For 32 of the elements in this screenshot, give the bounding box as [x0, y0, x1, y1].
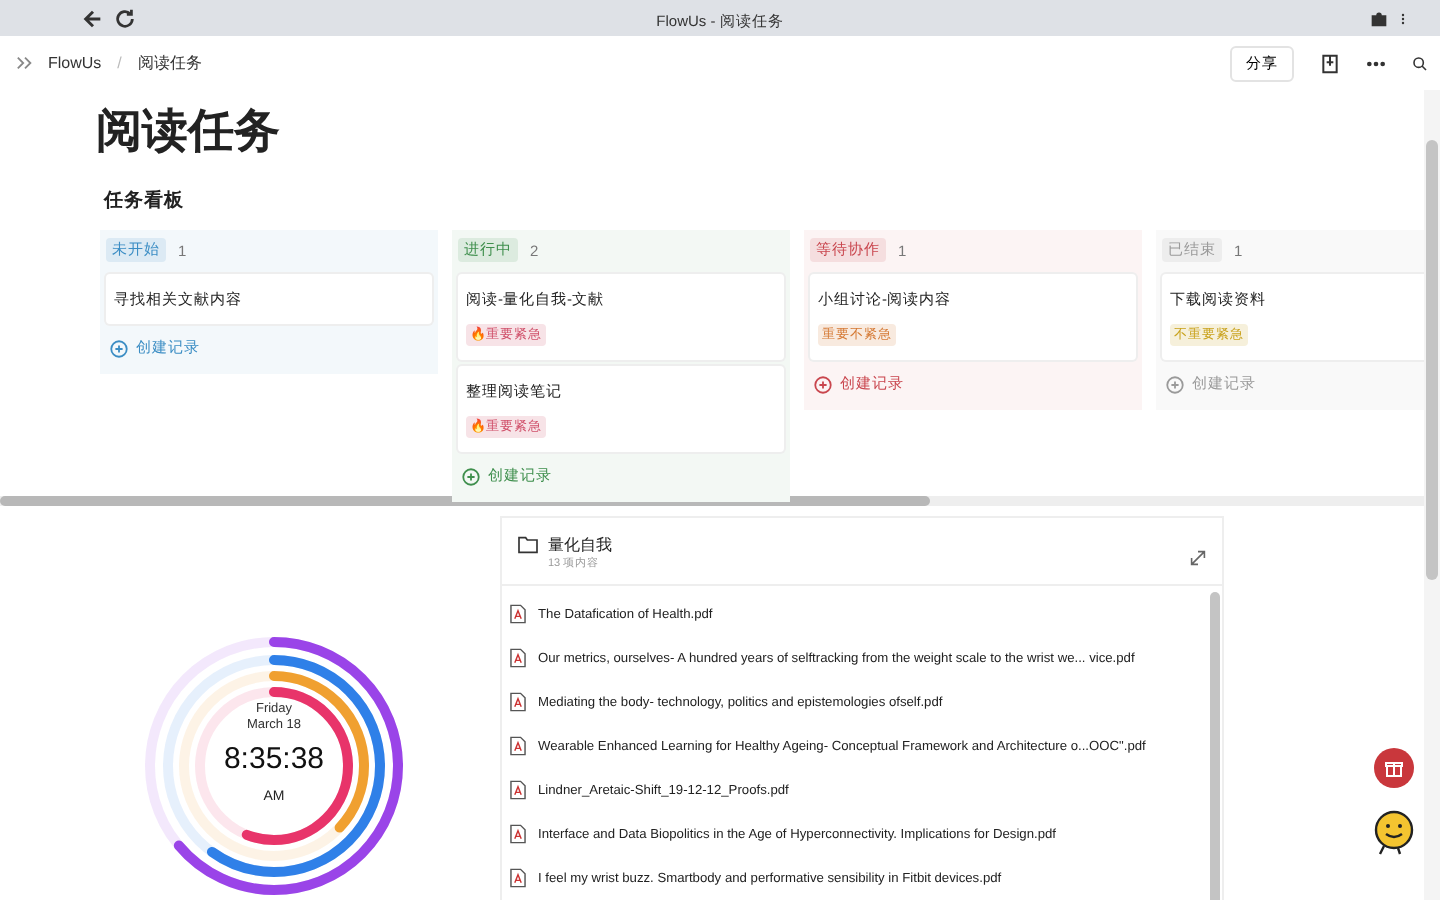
breadcrumb-separator: /	[117, 54, 122, 72]
expand-sidebar-icon[interactable]	[16, 54, 34, 72]
gift-icon	[1384, 758, 1404, 778]
clock-time: 8:35:38	[223, 740, 325, 780]
add-icon	[814, 375, 832, 393]
gift-button[interactable]	[1374, 748, 1414, 788]
pdf-file-icon	[510, 648, 526, 668]
add-icon	[1166, 375, 1184, 393]
search-icon[interactable]	[1412, 55, 1428, 71]
reload-icon[interactable]	[114, 8, 136, 30]
section-heading: 任务看板	[104, 188, 186, 216]
scrollbar[interactable]	[1210, 592, 1220, 900]
add-icon	[110, 339, 128, 357]
back-icon[interactable]	[82, 8, 104, 30]
folder-title: 量化自我	[548, 534, 614, 556]
pdf-file-icon	[510, 780, 526, 800]
folder-icon	[518, 536, 538, 554]
pdf-file-icon	[510, 868, 526, 888]
vertical-scrollbar[interactable]	[1424, 90, 1440, 900]
expand-icon[interactable]	[1190, 550, 1206, 566]
smiley-mascot-icon[interactable]	[1370, 808, 1418, 856]
add-icon	[462, 467, 480, 485]
more-icon[interactable]	[1366, 59, 1386, 67]
page-title: 阅读任务	[96, 102, 282, 158]
pdf-file-icon	[510, 604, 526, 624]
bookmark-icon[interactable]	[1320, 53, 1340, 73]
breadcrumb-link[interactable]: FlowUs	[48, 54, 102, 72]
pdf-file-icon	[510, 824, 526, 844]
horizontal-scrollbar[interactable]	[0, 496, 1424, 506]
breadcrumb-link[interactable]: 阅读任务	[137, 52, 202, 74]
pdf-file-icon	[510, 692, 526, 712]
pdf-file-icon	[510, 736, 526, 756]
